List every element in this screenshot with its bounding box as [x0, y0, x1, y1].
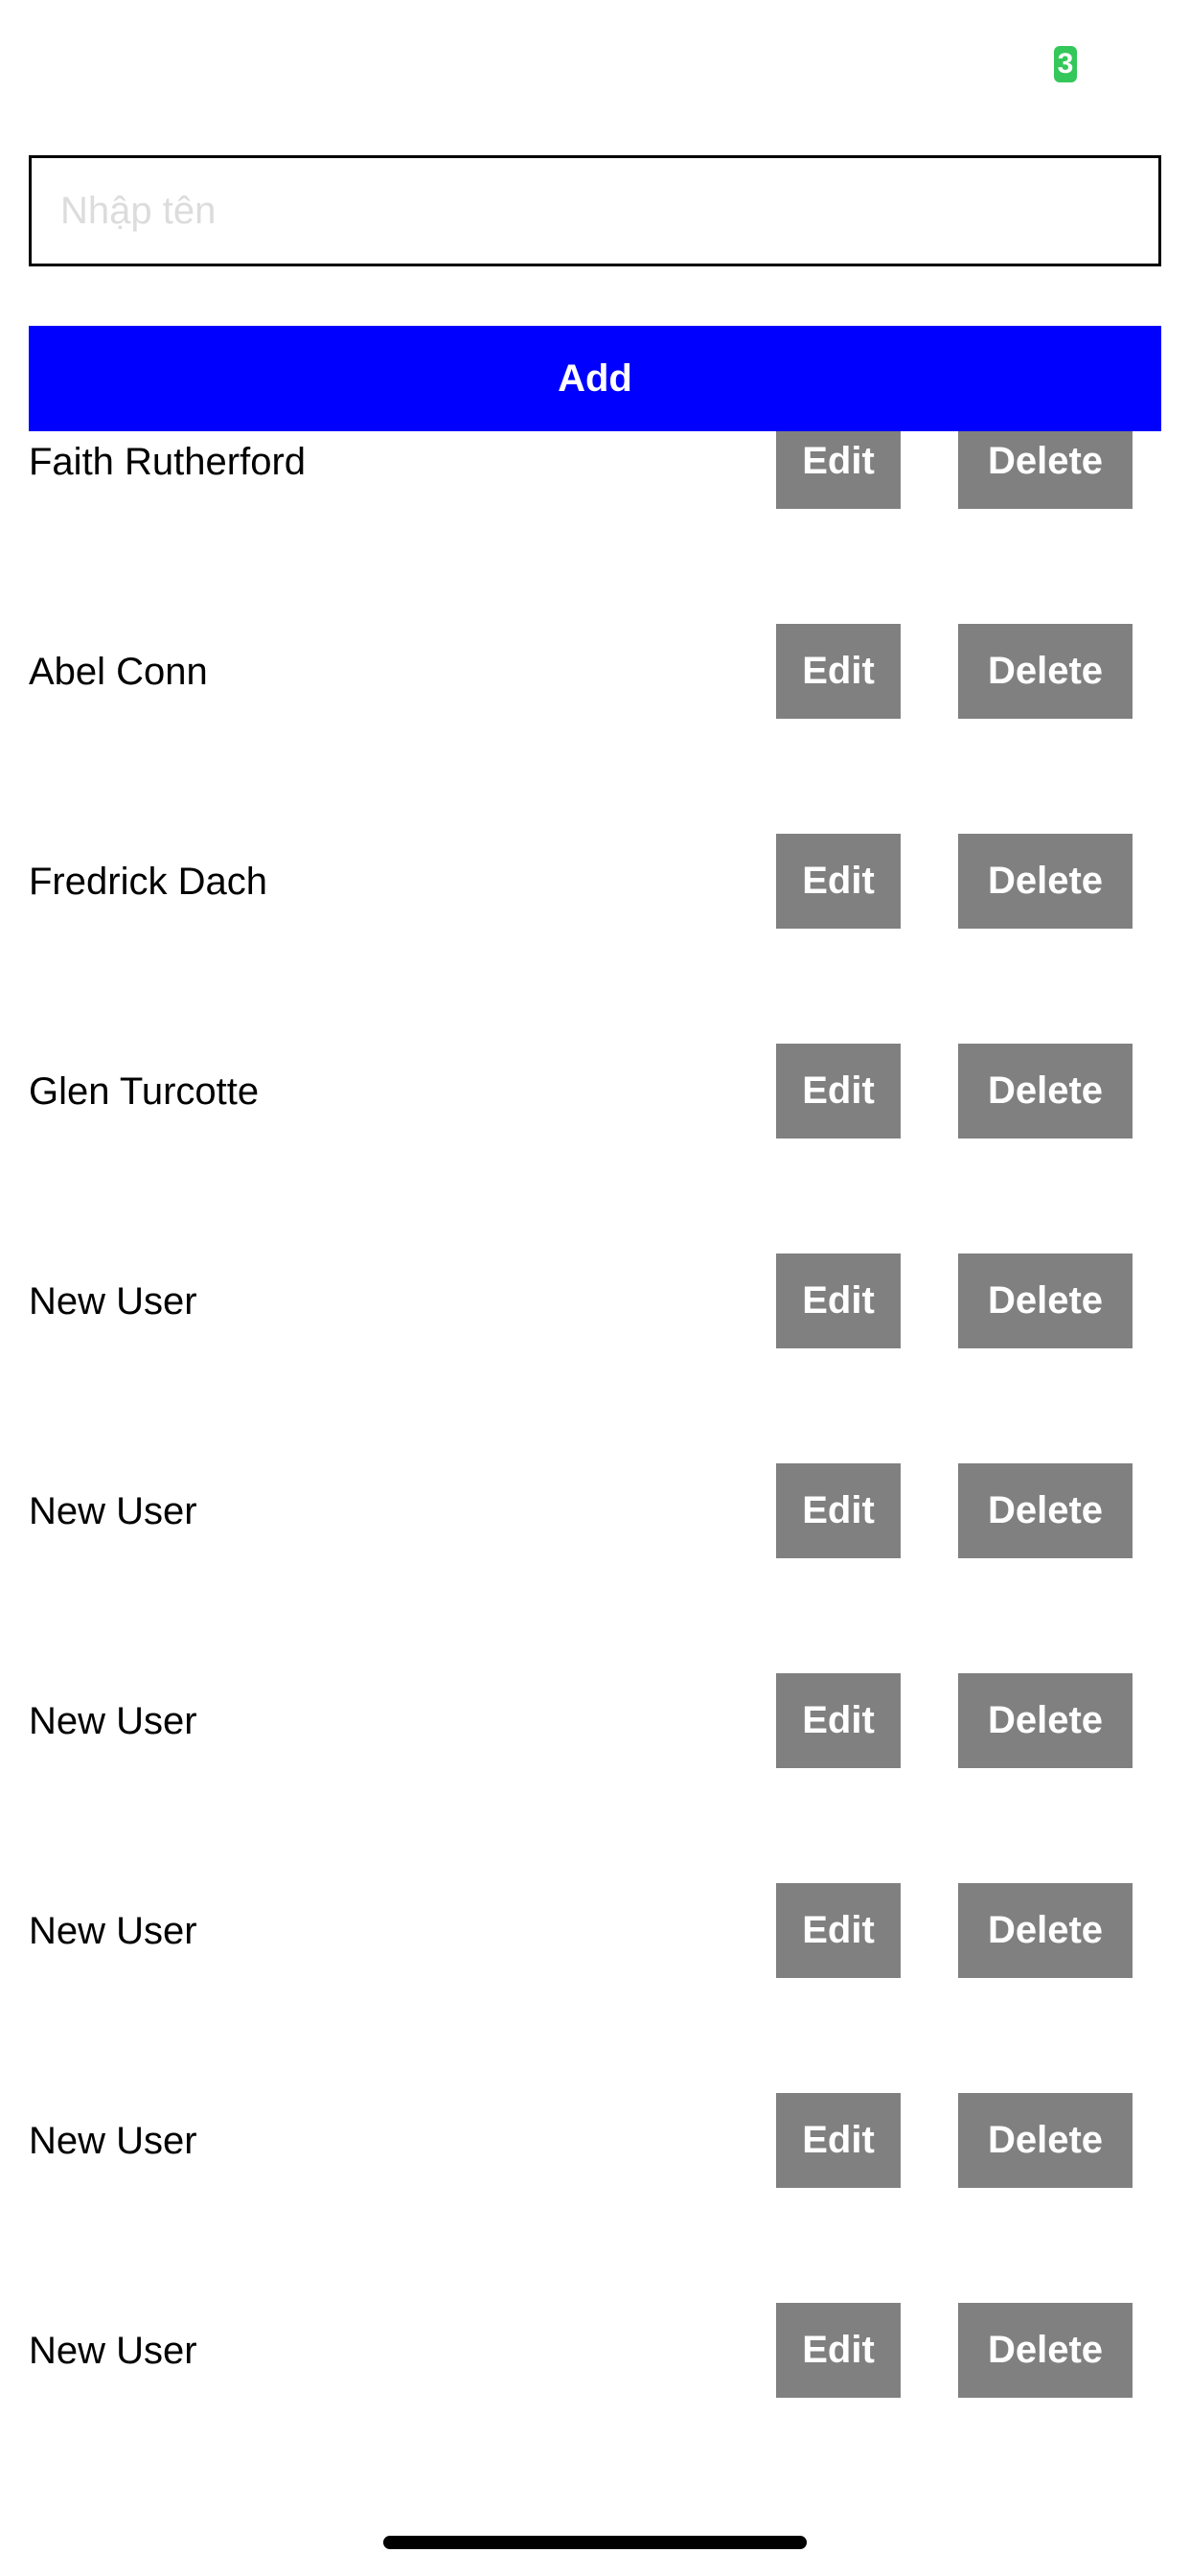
user-list[interactable]: Faith Rutherford Edit Delete Abel Conn E…: [0, 431, 1190, 2492]
user-name: New User: [29, 1280, 197, 1322]
user-name: Abel Conn: [29, 651, 208, 693]
delete-button[interactable]: Delete: [958, 1883, 1133, 1978]
edit-button[interactable]: Edit: [776, 834, 901, 929]
list-item: Faith Rutherford Edit Delete: [0, 431, 1190, 619]
delete-button[interactable]: Delete: [958, 2093, 1133, 2188]
edit-button[interactable]: Edit: [776, 2093, 901, 2188]
edit-button[interactable]: Edit: [776, 431, 901, 509]
list-item: Glen Turcotte Edit Delete: [0, 1039, 1190, 1249]
list-item: New User Edit Delete: [0, 1668, 1190, 1878]
user-name: New User: [29, 1910, 197, 1952]
status-bar: 3: [0, 0, 1190, 134]
delete-button[interactable]: Delete: [958, 624, 1133, 719]
add-button[interactable]: Add: [29, 326, 1161, 431]
edit-button[interactable]: Edit: [776, 1463, 901, 1558]
delete-button[interactable]: Delete: [958, 2303, 1133, 2398]
delete-button[interactable]: Delete: [958, 834, 1133, 929]
edit-button[interactable]: Edit: [776, 2303, 901, 2398]
user-name: Faith Rutherford: [29, 441, 307, 483]
user-name: New User: [29, 2330, 197, 2372]
user-name: Fredrick Dach: [29, 861, 267, 903]
list-item: New User Edit Delete: [0, 1249, 1190, 1459]
list-item: New User Edit Delete: [0, 2088, 1190, 2298]
delete-button[interactable]: Delete: [958, 1044, 1133, 1138]
list-item: New User Edit Delete: [0, 1878, 1190, 2088]
user-name: New User: [29, 2120, 197, 2162]
user-name: Glen Turcotte: [29, 1070, 260, 1113]
list-item: New User Edit Delete: [0, 2298, 1190, 2492]
list-item: Abel Conn Edit Delete: [0, 619, 1190, 829]
name-input[interactable]: [29, 155, 1161, 266]
home-indicator[interactable]: [383, 2536, 807, 2549]
delete-button[interactable]: Delete: [958, 1254, 1133, 1348]
delete-button[interactable]: Delete: [958, 1673, 1133, 1768]
edit-button[interactable]: Edit: [776, 1883, 901, 1978]
edit-button[interactable]: Edit: [776, 1044, 901, 1138]
user-name: New User: [29, 1490, 197, 1532]
delete-button[interactable]: Delete: [958, 431, 1133, 509]
list-item: New User Edit Delete: [0, 1459, 1190, 1668]
edit-button[interactable]: Edit: [776, 1673, 901, 1768]
user-name: New User: [29, 1700, 197, 1742]
status-indicator: 3: [1054, 46, 1077, 82]
edit-button[interactable]: Edit: [776, 624, 901, 719]
edit-button[interactable]: Edit: [776, 1254, 901, 1348]
delete-button[interactable]: Delete: [958, 1463, 1133, 1558]
list-item: Fredrick Dach Edit Delete: [0, 829, 1190, 1039]
